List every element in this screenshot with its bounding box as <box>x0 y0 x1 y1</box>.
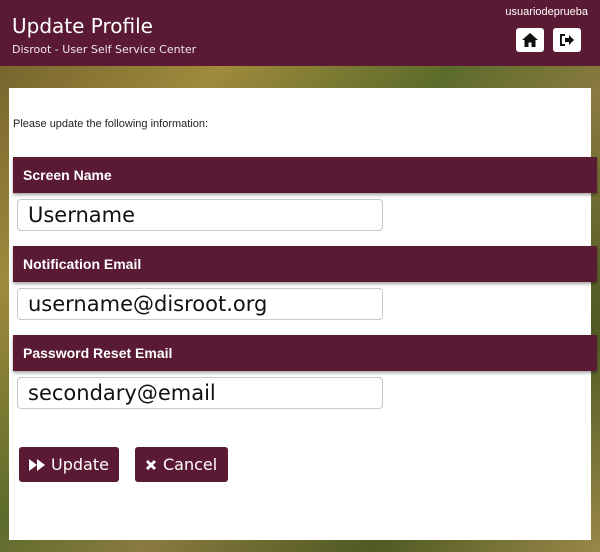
close-icon <box>146 459 156 470</box>
notification-email-input[interactable] <box>17 288 383 320</box>
logout-button[interactable] <box>553 28 581 52</box>
page-subtitle: Disroot - User Self Service Center <box>12 43 197 56</box>
cancel-label: Cancel <box>163 455 218 474</box>
fast-forward-icon <box>29 458 45 471</box>
screen-name-input[interactable] <box>17 199 383 231</box>
cancel-button[interactable]: Cancel <box>135 447 228 482</box>
profile-panel: Please update the following information:… <box>9 88 597 540</box>
update-label: Update <box>51 455 109 474</box>
password-reset-email-heading: Password Reset Email <box>13 335 597 371</box>
logout-icon <box>560 34 574 46</box>
screen-name-heading: Screen Name <box>13 157 597 193</box>
current-username: usuariodeprueba <box>505 6 588 18</box>
intro-text: Please update the following information: <box>13 118 209 130</box>
password-reset-email-input[interactable] <box>17 377 383 409</box>
home-button[interactable] <box>516 28 544 52</box>
app-header: Update Profile Disroot - User Self Servi… <box>0 0 600 66</box>
notification-email-heading: Notification Email <box>13 246 597 282</box>
page-title: Update Profile <box>12 14 153 38</box>
home-icon <box>522 33 538 47</box>
update-button[interactable]: Update <box>19 447 119 482</box>
